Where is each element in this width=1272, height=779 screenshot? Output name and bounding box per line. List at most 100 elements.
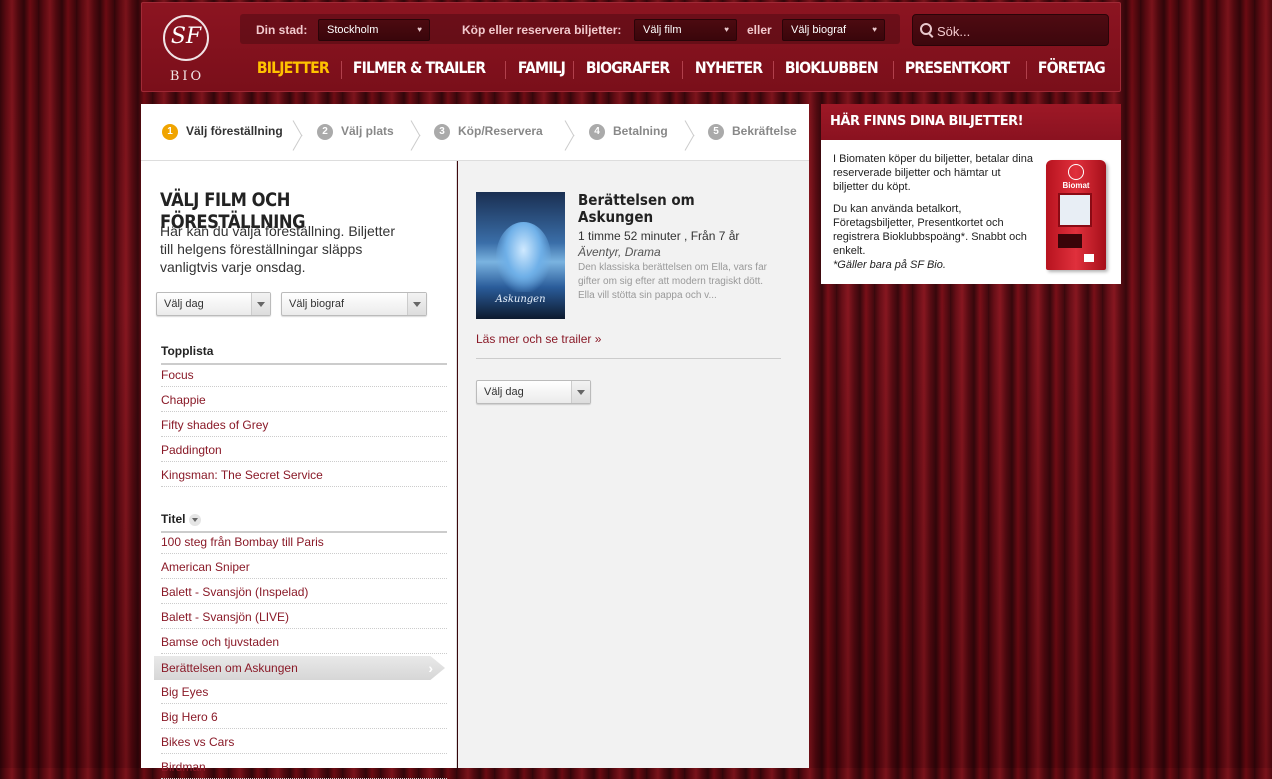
logo-bio-text: BIO	[169, 69, 205, 84]
chevron-right-icon: ›	[428, 660, 433, 676]
chevron-down-icon	[251, 293, 270, 315]
nav-divider	[505, 60, 507, 79]
poster-artwork	[496, 222, 551, 292]
title-list-item[interactable]: Bamse och tjuvstaden	[161, 630, 447, 654]
step-2: 2 Välj plats	[317, 124, 394, 140]
step-5: 5 Bekräftelse	[708, 124, 797, 140]
logo-sf-text: SF	[170, 24, 202, 49]
nav-nyheter[interactable]: NYHETER	[687, 58, 770, 77]
nav-foretag[interactable]: FÖRETAG	[1030, 58, 1113, 77]
or-label: eller	[747, 23, 772, 37]
nav-divider	[682, 60, 684, 79]
sf-bio-logo[interactable]: SF BIO	[160, 15, 214, 85]
sf-logo-icon	[1068, 164, 1084, 180]
title-list-item[interactable]: Balett - Svansjön (Inspelad)	[161, 580, 447, 604]
ticket-info-footnote: *Gäller bara på SF Bio.	[833, 259, 946, 271]
title-list-item[interactable]: Birdman	[161, 755, 447, 779]
chevron-down-icon	[571, 381, 590, 403]
biomat-slot	[1058, 234, 1082, 248]
chevron-down-icon: ♥	[872, 25, 877, 34]
nav-biografer[interactable]: BIOGRAFER	[578, 58, 677, 77]
divider	[476, 358, 781, 359]
read-more-link[interactable]: Läs mer och se trailer »	[476, 332, 601, 346]
city-select[interactable]: Stockholm ♥	[318, 19, 430, 41]
nav-familj[interactable]: FAMILJ	[510, 58, 573, 77]
day-select[interactable]: Välj dag	[156, 292, 271, 316]
nav-divider	[573, 60, 575, 79]
toplist-heading: Topplista	[161, 344, 447, 365]
step-number: 4	[589, 124, 605, 140]
step-3: 3 Köp/Reservera	[434, 124, 543, 140]
search-input[interactable]	[935, 21, 1104, 41]
search-box	[912, 14, 1109, 46]
step-chevron-icon	[685, 110, 701, 150]
nav-bioklubben[interactable]: BIOKLUBBEN	[777, 58, 886, 77]
city-label: Din stad:	[256, 23, 308, 37]
chevron-down-icon: ♥	[724, 25, 729, 34]
nav-presentkort[interactable]: PRESENTKORT	[897, 58, 1017, 77]
toplist-item[interactable]: Paddington	[161, 438, 447, 462]
film-selection-panel: VÄLJ FILM OCH FÖRESTÄLLNING Här kan du v…	[141, 161, 457, 779]
booking-steps: 1 Välj föreställning 2 Välj plats 3 Köp/Res…	[141, 104, 809, 161]
site-header: SF BIO Din stad: Stockholm ♥ Köp eller r…	[141, 2, 1121, 92]
biomat-machine-image: Biomat	[1046, 160, 1106, 270]
step-4: 4 Betalning	[589, 124, 668, 140]
step-number: 3	[434, 124, 450, 140]
toplist-item[interactable]: Chappie	[161, 388, 447, 412]
search-icon[interactable]	[920, 23, 932, 35]
nav-biljetter[interactable]: BILJETTER	[249, 58, 337, 77]
toplist-item[interactable]: Kingsman: The Secret Service	[161, 463, 447, 487]
movie-detail-panel: Askungen Berättelsen om Askungen 1 timme…	[458, 161, 809, 768]
movie-genre: Äventyr, Drama	[578, 245, 661, 259]
movie-day-select[interactable]: Välj dag	[476, 380, 591, 404]
step-label: Köp/Reservera	[458, 124, 543, 139]
buy-label: Köp eller reservera biljetter:	[462, 23, 622, 37]
title-list-item[interactable]: Bikes vs Cars	[161, 730, 447, 754]
chevron-down-icon	[407, 293, 426, 315]
step-number: 1	[162, 124, 178, 140]
ticket-quickbar: Din stad: Stockholm ♥ Köp eller reserver…	[240, 14, 900, 44]
nav-divider	[892, 60, 894, 79]
nav-divider	[1025, 60, 1027, 79]
ticket-info-box: HÄR FINNS DINA BILJETTER! I Biomaten köp…	[821, 104, 1121, 284]
poster-title: Askungen	[495, 294, 546, 305]
ticket-info-heading: HÄR FINNS DINA BILJETTER!	[821, 104, 1121, 140]
ticket-info-para: I Biomaten köper du biljetter, betalar d…	[833, 153, 1033, 193]
step-label: Bekräftelse	[732, 124, 797, 139]
toplist-item[interactable]: Fifty shades of Grey	[161, 413, 447, 437]
movie-day-select-value: Välj dag	[484, 386, 524, 398]
biomat-card-icon	[1084, 254, 1094, 262]
chevron-down-icon: ♥	[417, 25, 422, 34]
movie-title: Berättelsen om Askungen	[578, 191, 695, 226]
selected-title-label: Berättelsen om Askungen	[161, 661, 298, 675]
title-list-item[interactable]: Big Eyes	[161, 680, 447, 704]
nav-divider	[773, 60, 775, 79]
biomat-label: Biomat	[1062, 181, 1090, 190]
ticket-info-text: I Biomaten köper du biljetter, betalar d…	[833, 152, 1038, 272]
cinema-select[interactable]: Välj biograf	[281, 292, 427, 316]
biomat-screen	[1058, 193, 1092, 227]
header-cinema-select[interactable]: Välj biograf ♥	[782, 19, 885, 41]
step-chevron-icon	[565, 110, 581, 150]
sort-down-icon[interactable]	[189, 513, 202, 526]
nav-filmer-trailer[interactable]: FILMER & TRAILER	[345, 58, 493, 77]
movie-meta: 1 timme 52 minuter , Från 7 år	[578, 229, 740, 243]
film-select[interactable]: Välj film ♥	[634, 19, 737, 41]
intro-text: Här kan du välja föreställning. Biljette…	[160, 223, 396, 275]
step-1[interactable]: 1 Välj föreställning	[162, 124, 283, 140]
step-number: 2	[317, 124, 333, 140]
step-number: 5	[708, 124, 724, 140]
nav-divider	[340, 60, 342, 79]
film-select-value: Välj film	[643, 24, 682, 36]
title-list-item[interactable]: Balett - Svansjön (LIVE)	[161, 605, 447, 629]
title-list-item[interactable]: Big Hero 6	[161, 705, 447, 729]
movie-poster[interactable]: Askungen	[476, 192, 565, 319]
day-select-value: Välj dag	[164, 298, 204, 310]
step-label: Välj föreställning	[186, 124, 283, 139]
step-label: Betalning	[613, 124, 668, 139]
main-navigation: BILJETTER FILMER & TRAILER FAMILJ BIOGRA…	[249, 58, 1116, 82]
toplist-item[interactable]: Focus	[161, 363, 447, 387]
title-list-item[interactable]: American Sniper	[161, 555, 447, 579]
title-list-item-selected[interactable]: Berättelsen om Askungen ›	[154, 656, 445, 680]
title-list-item[interactable]: 100 steg från Bombay till Paris	[161, 530, 447, 554]
